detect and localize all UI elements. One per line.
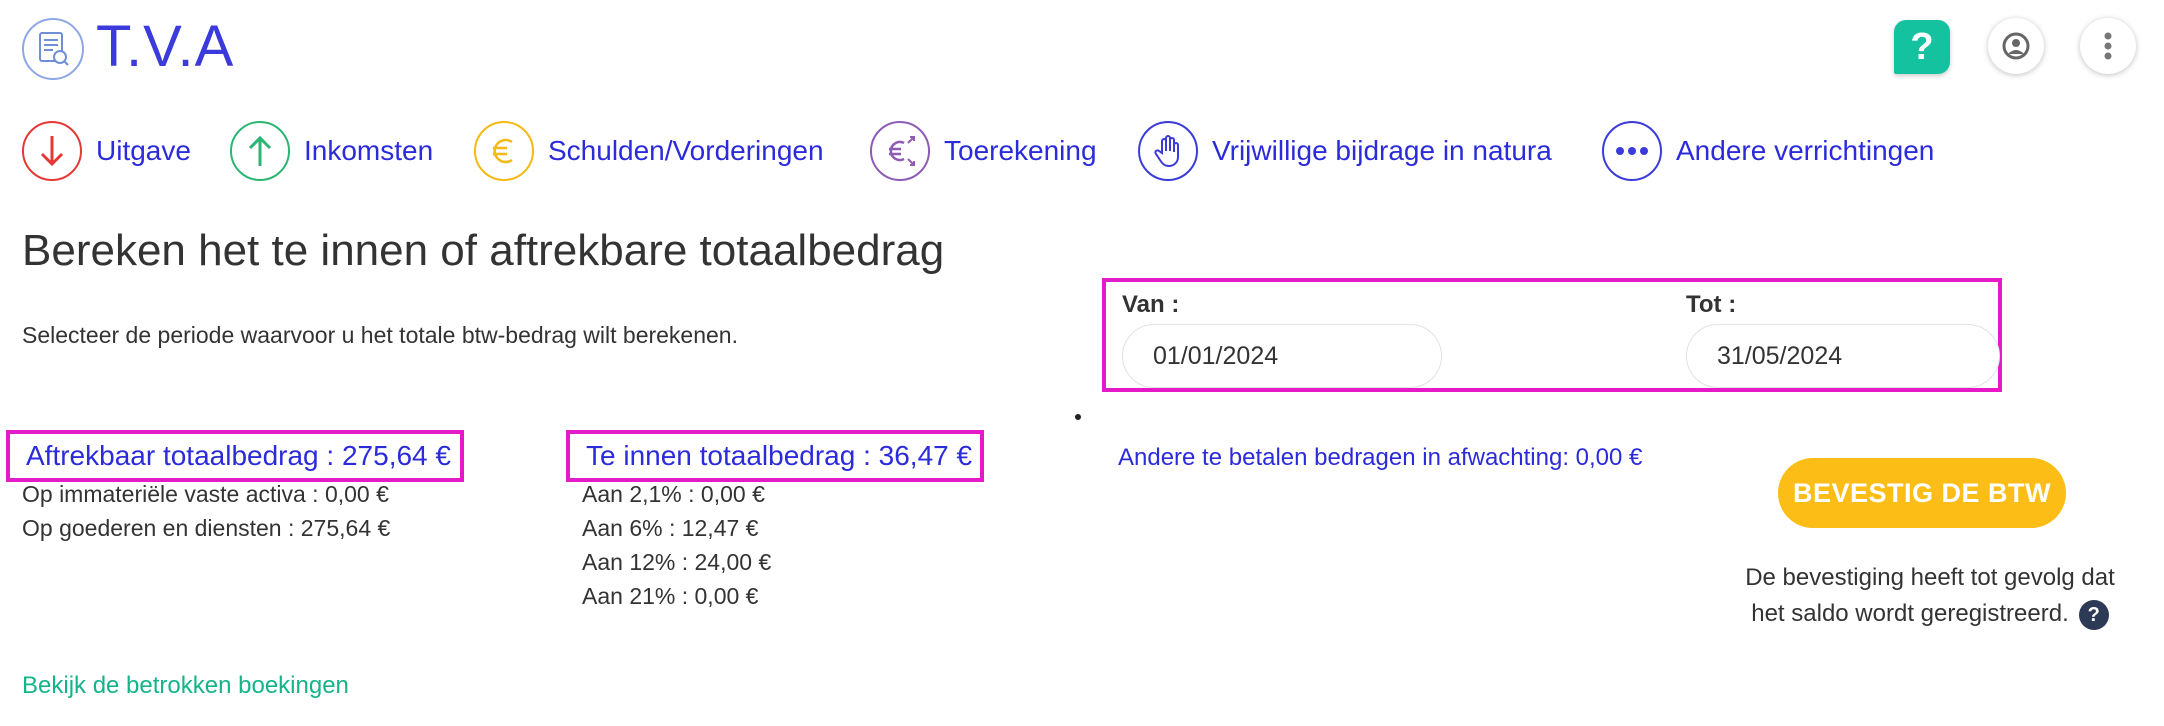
nav-item-toerekening[interactable]: Toerekening xyxy=(870,118,1097,184)
collectible-line-2-1: Aan 2,1% : 0,00 € xyxy=(582,481,765,507)
more-options-button[interactable] xyxy=(2080,18,2136,74)
from-date-input[interactable] xyxy=(1122,324,1442,388)
page-subtitle: Selecteer de periode waarvoor u het tota… xyxy=(22,322,738,348)
profile-button[interactable] xyxy=(1988,18,2044,74)
collectible-line-12: Aan 12% : 24,00 € xyxy=(582,549,772,575)
arrow-up-icon xyxy=(230,121,290,181)
nav-label-toerekening: Toerekening xyxy=(944,135,1097,166)
question-mark-icon: ? xyxy=(1910,25,1934,68)
arrow-down-icon xyxy=(22,121,82,181)
nav-item-vrijwillige-bijdrage[interactable]: Vrijwillige bijdrage in natura xyxy=(1138,118,1552,184)
confirm-note-line-2-wrap: het saldo wordt geregistreerd.? xyxy=(1720,596,2140,632)
help-button[interactable]: ? xyxy=(1894,20,1950,74)
nav-label-andere-verrichtingen: Andere verrichtingen xyxy=(1676,135,1935,166)
collectible-line-6: Aan 6% : 12,47 € xyxy=(582,515,759,541)
action-nav: Uitgave Inkomsten Schulden/Vorderingen T… xyxy=(0,118,2164,188)
deductible-total-box: Aftrekbaar totaalbedrag : 275,64 € xyxy=(6,430,464,482)
confirm-note: De bevestiging heeft tot gevolg dat het … xyxy=(1720,560,2140,632)
deductible-line-intangible: Op immateriële vaste activa : 0,00 € xyxy=(22,481,389,507)
euro-icon xyxy=(474,121,534,181)
nav-label-schulden-vorderingen: Schulden/Vorderingen xyxy=(548,135,824,166)
to-label: Tot : xyxy=(1686,291,1737,318)
vertical-dots-icon xyxy=(2104,32,2112,60)
dots-icon xyxy=(1602,121,1662,181)
app-header: T.V.A ? xyxy=(0,0,2164,100)
collectible-line-21: Aan 21% : 0,00 € xyxy=(582,583,759,609)
from-label: Van : xyxy=(1122,291,1180,318)
nav-label-inkomsten: Inkomsten xyxy=(304,135,434,166)
to-date-input[interactable] xyxy=(1686,324,2000,388)
user-avatar-icon xyxy=(2002,32,2030,60)
app-logo xyxy=(22,18,84,80)
nav-item-schulden-vorderingen[interactable]: Schulden/Vorderingen xyxy=(474,118,824,184)
view-bookings-link[interactable]: Bekijk de betrokken boekingen xyxy=(22,672,349,700)
confirm-vat-button[interactable]: BEVESTIG DE BTW xyxy=(1778,458,2066,528)
euro-transfer-icon xyxy=(870,121,930,181)
nav-label-vrijwillige-bijdrage: Vrijwillige bijdrage in natura xyxy=(1212,135,1552,166)
collectible-total: Te innen totaalbedrag : 36,47 € xyxy=(586,440,973,471)
collectible-total-box: Te innen totaalbedrag : 36,47 € xyxy=(566,430,984,482)
deductible-line-goods-services: Op goederen en diensten : 275,64 € xyxy=(22,515,391,541)
document-search-icon xyxy=(39,32,69,66)
bullet-dot xyxy=(1075,414,1081,420)
nav-item-andere-verrichtingen[interactable]: Andere verrichtingen xyxy=(1602,118,1934,184)
app-title: T.V.A xyxy=(96,14,235,79)
nav-item-uitgave[interactable]: Uitgave xyxy=(22,118,191,184)
confirm-note-line-1: De bevestiging heeft tot gevolg dat xyxy=(1745,564,2115,591)
nav-label-uitgave: Uitgave xyxy=(96,135,191,166)
pending-amounts-link[interactable]: Andere te betalen bedragen in afwachting… xyxy=(1118,444,1642,472)
confirm-note-line-2: het saldo wordt geregistreerd. xyxy=(1751,600,2069,627)
help-circle-icon[interactable]: ? xyxy=(2078,599,2109,630)
page-title: Bereken het te innen of aftrekbare totaa… xyxy=(22,226,945,275)
hand-icon xyxy=(1138,121,1198,181)
deductible-total: Aftrekbaar totaalbedrag : 275,64 € xyxy=(26,440,451,471)
period-selector: Van : Tot : xyxy=(1102,278,2002,392)
nav-item-inkomsten[interactable]: Inkomsten xyxy=(230,118,433,184)
